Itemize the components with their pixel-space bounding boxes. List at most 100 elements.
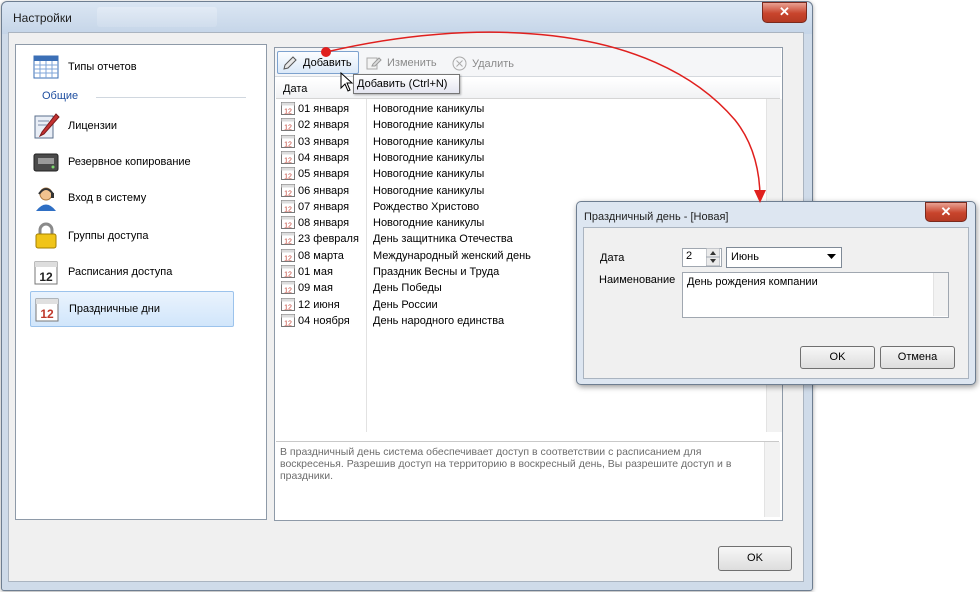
holiday-name: Праздник Весны и Труда [373,266,500,278]
holiday-date: 02 января [298,119,350,132]
cursor-icon [340,72,354,92]
holiday-calendar-icon: 12 [281,150,295,164]
edit-icon [366,57,382,70]
holiday-calendar-icon: 12 [281,232,295,246]
holiday-date: 01 мая [298,266,333,278]
holiday-name: Новогодние каникулы [373,103,485,115]
dialog-title: Праздничный день - [Новая] [584,211,729,223]
dialog-ok-button[interactable]: OK [800,346,875,369]
holiday-calendar-icon: 12 [281,248,295,262]
nav-label: Типы отчетов [68,61,137,73]
holiday-calendar-icon: 12 [281,134,295,148]
svg-text:12: 12 [284,320,292,327]
month-value: Июнь [731,251,759,263]
nav-item-access-schedules[interactable]: 12 Расписания доступа [16,255,216,289]
table-row[interactable]: 12 05 января Новогодние каникулы [281,166,661,182]
table-row[interactable]: 12 01 января Новогодние каникулы [281,101,661,117]
svg-text:12: 12 [284,255,292,262]
svg-text:12: 12 [40,307,54,321]
edit-button-label: Изменить [387,57,437,69]
holiday-date: 12 июня [298,298,340,311]
svg-text:12: 12 [284,109,292,116]
holiday-name: День Победы [373,282,442,295]
svg-text:12: 12 [284,174,292,181]
dialog-close-button[interactable]: ✕ [925,202,967,222]
add-button[interactable]: Добавить [277,51,359,74]
holiday-date: 01 января [298,103,350,115]
svg-text:12: 12 [284,239,292,246]
holiday-name: Новогодние каникулы [373,168,485,181]
holiday-date: 03 января [298,135,350,148]
table-row[interactable]: 12 02 января Новогодние каникулы [281,117,661,133]
svg-text:12: 12 [284,288,292,295]
nav-item-holidays[interactable]: 12 Праздничные дни [30,291,234,327]
svg-text:12: 12 [284,223,292,230]
dialog-cancel-button[interactable]: Отмена [880,346,955,369]
holiday-date: 09 мая [298,282,333,295]
table-row[interactable]: 12 06 января Новогодние каникулы [281,183,661,199]
window-title: Настройки [13,11,72,25]
description-text: В праздничный день система обеспечивает … [280,446,732,482]
name-field[interactable]: День рождения компании [682,272,949,318]
day-spinner[interactable] [706,248,720,267]
holiday-calendar-icon: 12 [281,102,295,115]
holiday-calendar-icon: 12 [35,298,59,322]
holiday-date: 08 марта [298,249,344,262]
holiday-name: Рождество Христово [373,200,480,213]
svg-text:12: 12 [284,206,292,213]
delete-button[interactable]: Удалить [452,56,514,71]
holiday-calendar-icon: 12 [281,216,295,230]
add-tooltip: Добавить (Ctrl+N) [353,74,460,94]
table-row[interactable]: 12 04 января Новогодние каникулы [281,150,661,166]
nav-item-access-groups[interactable]: Группы доступа [16,219,216,253]
add-button-label: Добавить [303,56,352,69]
holiday-calendar-icon: 12 [281,297,295,311]
holiday-calendar-icon: 12 [281,167,295,181]
user-headset-icon [36,187,56,211]
holiday-name: Новогодние каникулы [373,135,485,148]
month-select[interactable]: Июнь [726,247,842,268]
holiday-date: 04 января [298,151,350,164]
holiday-name: Новогодние каникулы [373,151,485,164]
nav-label: Лицензии [68,120,118,132]
nav-label: Праздничные дни [69,303,160,315]
group-divider [96,97,246,98]
holiday-name: Новогодние каникулы [373,184,485,197]
holiday-name: Новогодние каникулы [373,119,485,132]
holiday-name: День народного единства [373,314,505,327]
chevron-down-icon [827,254,836,259]
holiday-name: День России [373,298,438,311]
svg-text:12: 12 [284,304,292,311]
date-label: Дата [600,252,625,264]
holiday-date: 07 января [298,200,350,213]
description-scrollbar[interactable] [764,442,780,517]
nav-group-header: Общие [42,90,79,102]
nav-item-login[interactable]: Вход в систему [16,181,216,215]
ok-button[interactable]: OK [718,546,792,571]
holiday-calendar-icon: 12 [281,313,295,327]
background-window-tab [97,7,217,27]
svg-text:12: 12 [284,272,292,279]
table-row[interactable]: 12 03 января Новогодние каникулы [281,134,661,150]
holiday-calendar-icon: 12 [281,183,295,197]
nav-label: Группы доступа [68,230,149,242]
nav-label: Резервное копирование [68,156,191,168]
holiday-name: Международный женский день [373,249,531,262]
delete-button-label: Удалить [472,57,514,70]
holiday-name: Новогодние каникулы [373,217,485,230]
nav-item-licenses[interactable]: Лицензии [16,109,216,143]
svg-text:12: 12 [39,270,53,284]
nav-item-report-types[interactable]: Типы отчетов [16,50,216,84]
holiday-date: 04 ноября [298,314,350,327]
edit-button[interactable]: Изменить [366,56,437,70]
name-field-scrollbar[interactable] [933,273,948,316]
name-label: Наименование [599,274,676,286]
column-header-date[interactable]: Дата [283,83,307,95]
name-value: День рождения компании [687,276,818,288]
nav-item-backup[interactable]: Резервное копирование [16,145,216,179]
title-bar[interactable]: Настройки ✕ [2,2,812,34]
window-close-button[interactable]: ✕ [762,2,807,23]
holiday-date: 23 февраля [298,233,359,246]
svg-text:12: 12 [284,141,292,148]
holiday-date: 06 января [298,184,350,197]
